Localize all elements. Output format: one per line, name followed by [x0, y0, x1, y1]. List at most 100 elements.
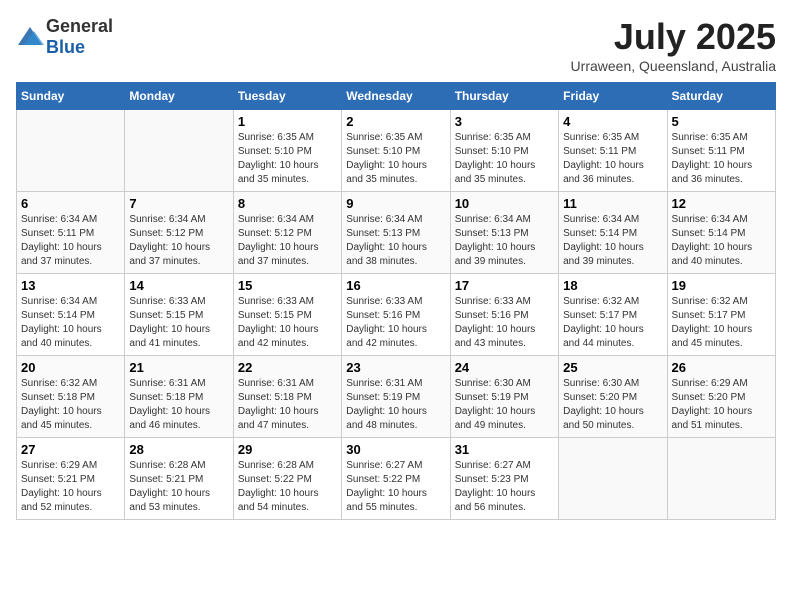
calendar-cell: 15 Sunrise: 6:33 AMSunset: 5:15 PMDayligh…: [233, 274, 341, 356]
weekday-header: Wednesday: [342, 83, 450, 110]
calendar-table: SundayMondayTuesdayWednesdayThursdayFrid…: [16, 82, 776, 520]
day-info: Sunrise: 6:34 AMSunset: 5:14 PMDaylight:…: [21, 295, 120, 351]
day-number: 27: [21, 442, 120, 457]
day-info: Sunrise: 6:34 AMSunset: 5:12 PMDaylight:…: [238, 213, 337, 269]
calendar-cell: 20 Sunrise: 6:32 AMSunset: 5:18 PMDayligh…: [17, 356, 125, 438]
day-info: Sunrise: 6:35 AMSunset: 5:11 PMDaylight:…: [563, 131, 662, 187]
day-info: Sunrise: 6:34 AMSunset: 5:11 PMDaylight:…: [21, 213, 120, 269]
day-number: 2: [346, 114, 445, 129]
day-info: Sunrise: 6:28 AMSunset: 5:21 PMDaylight:…: [129, 459, 228, 515]
day-number: 20: [21, 360, 120, 375]
calendar-cell: 6 Sunrise: 6:34 AMSunset: 5:11 PMDaylight…: [17, 192, 125, 274]
calendar-cell: [125, 110, 233, 192]
calendar-cell: 28 Sunrise: 6:28 AMSunset: 5:21 PMDayligh…: [125, 438, 233, 520]
calendar-cell: 22 Sunrise: 6:31 AMSunset: 5:18 PMDayligh…: [233, 356, 341, 438]
calendar-cell: 27 Sunrise: 6:29 AMSunset: 5:21 PMDayligh…: [17, 438, 125, 520]
calendar-cell: 25 Sunrise: 6:30 AMSunset: 5:20 PMDayligh…: [559, 356, 667, 438]
calendar-cell: 19 Sunrise: 6:32 AMSunset: 5:17 PMDayligh…: [667, 274, 775, 356]
weekday-header: Saturday: [667, 83, 775, 110]
day-info: Sunrise: 6:33 AMSunset: 5:15 PMDaylight:…: [129, 295, 228, 351]
day-info: Sunrise: 6:32 AMSunset: 5:18 PMDaylight:…: [21, 377, 120, 433]
day-number: 26: [672, 360, 771, 375]
day-number: 10: [455, 196, 554, 211]
day-number: 3: [455, 114, 554, 129]
day-number: 21: [129, 360, 228, 375]
day-info: Sunrise: 6:35 AMSunset: 5:10 PMDaylight:…: [238, 131, 337, 187]
day-number: 14: [129, 278, 228, 293]
day-number: 9: [346, 196, 445, 211]
day-info: Sunrise: 6:34 AMSunset: 5:14 PMDaylight:…: [672, 213, 771, 269]
day-number: 6: [21, 196, 120, 211]
day-info: Sunrise: 6:31 AMSunset: 5:19 PMDaylight:…: [346, 377, 445, 433]
calendar-cell: 8Sunrise: 6:34 AMSunset: 5:12 PMDaylight…: [233, 192, 341, 274]
calendar-cell: 5 Sunrise: 6:35 AMSunset: 5:11 PMDaylight…: [667, 110, 775, 192]
weekday-header: Tuesday: [233, 83, 341, 110]
day-info: Sunrise: 6:33 AMSunset: 5:15 PMDaylight:…: [238, 295, 337, 351]
weekday-header: Friday: [559, 83, 667, 110]
calendar-cell: 14 Sunrise: 6:33 AMSunset: 5:15 PMDayligh…: [125, 274, 233, 356]
calendar-week-row: 27 Sunrise: 6:29 AMSunset: 5:21 PMDayligh…: [17, 438, 776, 520]
day-info: Sunrise: 6:35 AMSunset: 5:11 PMDaylight:…: [672, 131, 771, 187]
calendar-cell: 9 Sunrise: 6:34 AMSunset: 5:13 PMDaylight…: [342, 192, 450, 274]
page-header: General Blue July 2025 Urraween, Queensl…: [16, 16, 776, 74]
day-info: Sunrise: 6:34 AMSunset: 5:13 PMDaylight:…: [346, 213, 445, 269]
calendar-cell: 16 Sunrise: 6:33 AMSunset: 5:16 PMDayligh…: [342, 274, 450, 356]
calendar-cell: 29 Sunrise: 6:28 AMSunset: 5:22 PMDayligh…: [233, 438, 341, 520]
day-number: 12: [672, 196, 771, 211]
weekday-header: Sunday: [17, 83, 125, 110]
day-number: 18: [563, 278, 662, 293]
calendar-cell: 24Sunrise: 6:30 AMSunset: 5:19 PMDayligh…: [450, 356, 558, 438]
day-number: 19: [672, 278, 771, 293]
day-info: Sunrise: 6:35 AMSunset: 5:10 PMDaylight:…: [455, 131, 554, 187]
calendar-cell: [667, 438, 775, 520]
title-block: July 2025 Urraween, Queensland, Australi…: [571, 16, 776, 74]
calendar-cell: 12 Sunrise: 6:34 AMSunset: 5:14 PMDayligh…: [667, 192, 775, 274]
day-info: Sunrise: 6:33 AMSunset: 5:16 PMDaylight:…: [455, 295, 554, 351]
day-number: 16: [346, 278, 445, 293]
day-info: Sunrise: 6:31 AMSunset: 5:18 PMDaylight:…: [129, 377, 228, 433]
day-number: 1: [238, 114, 337, 129]
day-number: 5: [672, 114, 771, 129]
logo: General Blue: [16, 16, 113, 58]
day-info: Sunrise: 6:31 AMSunset: 5:18 PMDaylight:…: [238, 377, 337, 433]
day-info: Sunrise: 6:27 AMSunset: 5:23 PMDaylight:…: [455, 459, 554, 515]
calendar-header-row: SundayMondayTuesdayWednesdayThursdayFrid…: [17, 83, 776, 110]
day-number: 28: [129, 442, 228, 457]
calendar-cell: 10Sunrise: 6:34 AMSunset: 5:13 PMDayligh…: [450, 192, 558, 274]
day-number: 17: [455, 278, 554, 293]
calendar-cell: 11 Sunrise: 6:34 AMSunset: 5:14 PMDayligh…: [559, 192, 667, 274]
calendar-week-row: 6 Sunrise: 6:34 AMSunset: 5:11 PMDaylight…: [17, 192, 776, 274]
day-number: 31: [455, 442, 554, 457]
weekday-header: Thursday: [450, 83, 558, 110]
calendar-week-row: 20 Sunrise: 6:32 AMSunset: 5:18 PMDayligh…: [17, 356, 776, 438]
calendar-cell: 3 Sunrise: 6:35 AMSunset: 5:10 PMDaylight…: [450, 110, 558, 192]
calendar-cell: 30Sunrise: 6:27 AMSunset: 5:22 PMDayligh…: [342, 438, 450, 520]
logo-text-general: General: [46, 16, 113, 36]
day-info: Sunrise: 6:30 AMSunset: 5:20 PMDaylight:…: [563, 377, 662, 433]
calendar-week-row: 13 Sunrise: 6:34 AMSunset: 5:14 PMDayligh…: [17, 274, 776, 356]
day-info: Sunrise: 6:29 AMSunset: 5:21 PMDaylight:…: [21, 459, 120, 515]
calendar-cell: 7Sunrise: 6:34 AMSunset: 5:12 PMDaylight…: [125, 192, 233, 274]
day-info: Sunrise: 6:35 AMSunset: 5:10 PMDaylight:…: [346, 131, 445, 187]
calendar-cell: 4Sunrise: 6:35 AMSunset: 5:11 PMDaylight…: [559, 110, 667, 192]
calendar-cell: 18Sunrise: 6:32 AMSunset: 5:17 PMDayligh…: [559, 274, 667, 356]
day-number: 22: [238, 360, 337, 375]
calendar-week-row: 1 Sunrise: 6:35 AMSunset: 5:10 PMDaylight…: [17, 110, 776, 192]
day-info: Sunrise: 6:32 AMSunset: 5:17 PMDaylight:…: [672, 295, 771, 351]
calendar-cell: 21 Sunrise: 6:31 AMSunset: 5:18 PMDayligh…: [125, 356, 233, 438]
logo-text-blue: Blue: [46, 37, 85, 57]
day-number: 30: [346, 442, 445, 457]
day-info: Sunrise: 6:28 AMSunset: 5:22 PMDaylight:…: [238, 459, 337, 515]
day-info: Sunrise: 6:33 AMSunset: 5:16 PMDaylight:…: [346, 295, 445, 351]
month-year-title: July 2025: [571, 16, 776, 58]
calendar-cell: 31 Sunrise: 6:27 AMSunset: 5:23 PMDayligh…: [450, 438, 558, 520]
day-info: Sunrise: 6:29 AMSunset: 5:20 PMDaylight:…: [672, 377, 771, 433]
day-number: 15: [238, 278, 337, 293]
calendar-cell: 2 Sunrise: 6:35 AMSunset: 5:10 PMDaylight…: [342, 110, 450, 192]
calendar-cell: 23Sunrise: 6:31 AMSunset: 5:19 PMDayligh…: [342, 356, 450, 438]
day-info: Sunrise: 6:34 AMSunset: 5:14 PMDaylight:…: [563, 213, 662, 269]
day-number: 13: [21, 278, 120, 293]
day-number: 25: [563, 360, 662, 375]
day-number: 11: [563, 196, 662, 211]
day-number: 29: [238, 442, 337, 457]
